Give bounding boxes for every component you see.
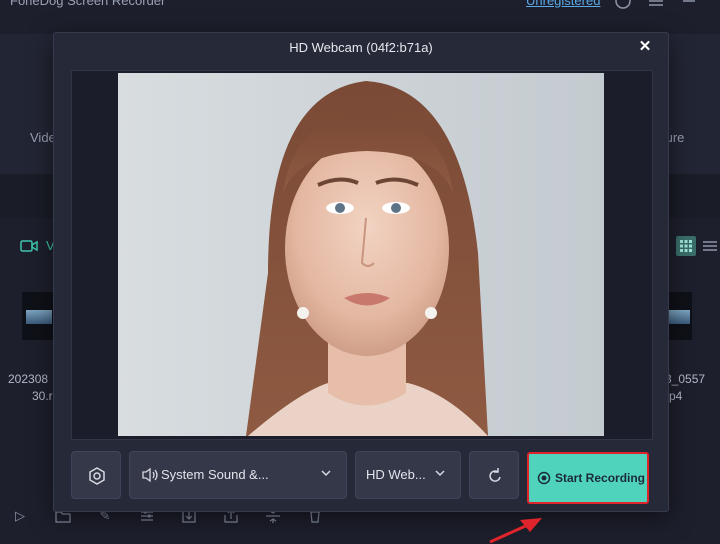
file-name-line2: 30.r [32, 389, 53, 403]
webcam-face-image [246, 81, 488, 436]
camera-source-dropdown[interactable]: HD Web... [355, 451, 461, 499]
file-name-line2: p4 [669, 389, 683, 403]
chevron-down-icon [321, 470, 331, 477]
video-icon [20, 238, 38, 254]
start-recording-label: Start Recording [555, 471, 646, 485]
webcam-dialog: HD Webcam (04f2:b71a) ✕ System Sound &..… [53, 32, 669, 512]
gear-icon [89, 467, 105, 485]
menu-icon[interactable] [647, 0, 665, 10]
record-icon [537, 471, 551, 485]
chevron-down-icon [435, 470, 445, 477]
tab-video-partial[interactable]: Vide [30, 130, 56, 145]
file-thumbnail[interactable] [22, 292, 54, 340]
app-title: FoneDog Screen Recorder [10, 0, 166, 8]
list-view-button[interactable] [700, 236, 720, 256]
webcam-preview [118, 73, 604, 436]
play-icon[interactable]: ▷ [12, 508, 28, 524]
audio-source-label: System Sound &... [161, 467, 269, 482]
audio-source-dropdown[interactable]: System Sound &... [129, 451, 347, 499]
camera-source-label: HD Web... [366, 467, 426, 482]
close-icon[interactable]: ✕ [636, 38, 654, 56]
rotate-icon [489, 468, 501, 482]
speaker-icon [142, 467, 158, 483]
webcam-preview-frame [71, 70, 653, 440]
dialog-title: HD Webcam (04f2:b71a) [289, 40, 433, 55]
start-recording-button[interactable]: Start Recording [527, 452, 649, 504]
settings-button[interactable] [71, 451, 121, 499]
minimize-icon[interactable] [680, 0, 698, 10]
rotate-button[interactable] [469, 451, 519, 499]
annotation-arrow [489, 518, 542, 544]
grid-view-button[interactable] [676, 236, 696, 256]
file-name-line1: 3_0557 [665, 372, 706, 386]
shield-icon[interactable] [614, 0, 632, 10]
file-name-line1: 202308 [8, 372, 49, 386]
unregistered-link[interactable]: Unregistered [526, 0, 600, 8]
